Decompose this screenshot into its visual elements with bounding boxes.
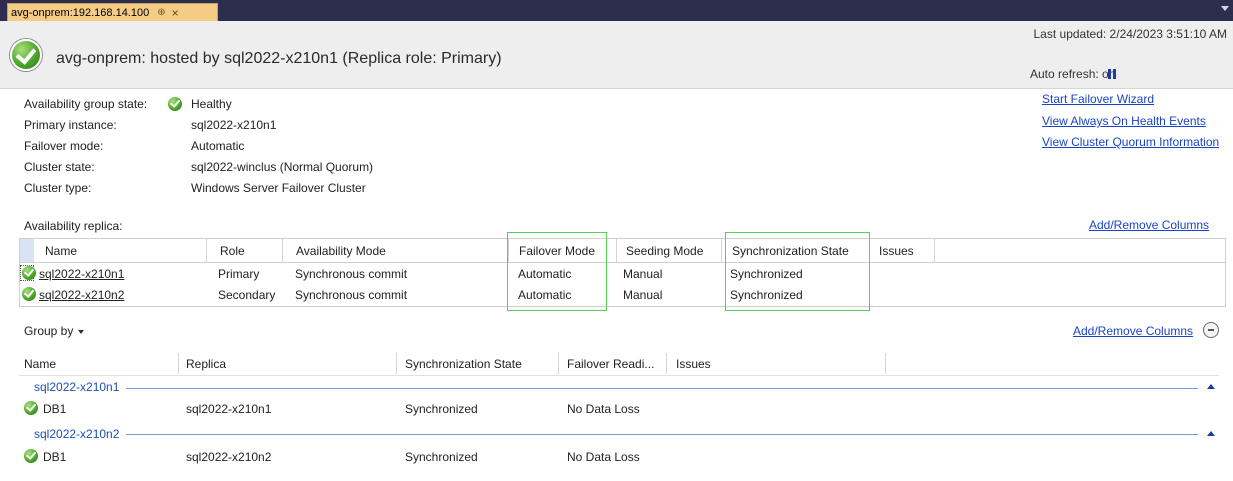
db-healthy-icon <box>24 449 38 463</box>
db-col-header-name[interactable]: Name <box>24 357 56 371</box>
auto-refresh-text: Auto refresh: on <box>1030 67 1116 81</box>
replica-name-link[interactable]: sql2022-x210n1 <box>39 267 124 281</box>
db-col-header-issues[interactable]: Issues <box>676 357 711 371</box>
document-tab-strip: avg-onprem:192.168.14.100 ⊕ × <box>0 0 1233 21</box>
group-by-label: Group by <box>24 324 74 338</box>
cluster-type-value: Windows Server Failover Cluster <box>191 181 366 195</box>
grid-header-corner <box>20 239 34 262</box>
column-divider[interactable] <box>396 353 397 374</box>
primary-instance-value: sql2022-x210n1 <box>191 118 277 132</box>
ag-state-label: Availability group state: <box>24 97 148 111</box>
replica-seeding-mode: Manual <box>623 267 663 281</box>
col-header-seeding-mode[interactable]: Seeding Mode <box>626 244 703 258</box>
replica-healthy-icon <box>22 287 36 301</box>
column-divider[interactable] <box>178 353 179 374</box>
column-divider[interactable] <box>721 239 722 262</box>
db-header-divider <box>19 375 1219 376</box>
replica-role: Secondary <box>218 288 276 302</box>
column-divider[interactable] <box>282 239 283 262</box>
db-col-header-sync-state[interactable]: Synchronization State <box>405 357 522 371</box>
col-header-issues[interactable]: Issues <box>879 244 914 258</box>
column-divider[interactable] <box>934 239 935 262</box>
column-divider[interactable] <box>885 353 886 374</box>
db-sync-state: Synchronized <box>405 450 478 464</box>
group-divider-line <box>126 388 1198 389</box>
group-divider-line <box>126 434 1198 435</box>
tab-title: avg-onprem:192.168.14.100 <box>11 6 150 19</box>
cluster-state-value: sql2022-winclus (Normal Quorum) <box>191 160 374 174</box>
last-updated-text: Last updated: 2/24/2023 3:51:10 AM <box>1033 27 1228 41</box>
add-remove-columns-link-2[interactable]: Add/Remove Columns <box>1073 324 1193 338</box>
availability-replica-label: Availability replica: <box>24 219 123 233</box>
page-title: avg-onprem: hosted by sql2022-x210n1 (Re… <box>56 50 502 67</box>
replica-healthy-icon <box>22 266 36 280</box>
column-divider[interactable] <box>616 239 617 262</box>
db-name: DB1 <box>43 450 67 464</box>
replica-grid-header: Name Role Availability Mode Failover Mod… <box>20 239 1225 263</box>
chevron-up-icon[interactable] <box>1207 431 1215 436</box>
cluster-state-label: Cluster state: <box>24 160 95 174</box>
group-by-dropdown[interactable]: Group by <box>24 324 85 338</box>
db-col-header-failover-readiness[interactable]: Failover Readi... <box>567 357 654 371</box>
view-health-events-link[interactable]: View Always On Health Events <box>1042 114 1206 128</box>
db-failover-readiness: No Data Loss <box>567 450 640 464</box>
chevron-up-icon[interactable] <box>1207 384 1215 389</box>
col-header-availability-mode[interactable]: Availability Mode <box>296 244 386 258</box>
view-cluster-quorum-link[interactable]: View Cluster Quorum Information <box>1042 135 1219 149</box>
ag-state-value: Healthy <box>191 97 232 111</box>
replica-availability-mode: Synchronous commit <box>295 267 408 281</box>
replica-seeding-mode: Manual <box>623 288 663 302</box>
db-healthy-icon <box>24 401 38 415</box>
sync-state-highlight-box <box>725 232 870 311</box>
column-divider[interactable] <box>558 353 559 374</box>
collapse-icon[interactable] <box>1203 322 1219 338</box>
start-failover-wizard-link[interactable]: Start Failover Wizard <box>1042 92 1154 106</box>
replica-role: Primary <box>218 267 260 281</box>
cluster-type-label: Cluster type: <box>24 181 92 195</box>
replica-availability-mode: Synchronous commit <box>295 288 408 302</box>
replica-name-link[interactable]: sql2022-x210n2 <box>39 288 124 302</box>
failover-mode-value: Automatic <box>191 139 245 153</box>
failover-mode-label: Failover mode: <box>24 139 104 153</box>
chevron-down-icon <box>78 329 85 334</box>
column-divider[interactable] <box>666 353 667 374</box>
db-col-header-replica[interactable]: Replica <box>186 357 226 371</box>
pause-icon[interactable] <box>1108 69 1117 79</box>
failover-mode-highlight-box <box>507 232 607 311</box>
db-failover-readiness: No Data Loss <box>567 402 640 416</box>
pin-icon[interactable]: ⊕ <box>157 7 165 18</box>
tab-dropdown-icon[interactable] <box>1221 6 1229 11</box>
db-replica: sql2022-x210n1 <box>186 402 272 416</box>
col-header-role[interactable]: Role <box>220 244 245 258</box>
db-name: DB1 <box>43 402 67 416</box>
primary-instance-label: Primary instance: <box>24 118 117 132</box>
healthy-status-icon <box>10 39 42 71</box>
document-tab[interactable]: avg-onprem:192.168.14.100 ⊕ × <box>7 3 218 21</box>
healthy-check-icon <box>168 97 182 111</box>
col-header-name[interactable]: Name <box>45 244 77 258</box>
dashboard-header: avg-onprem: hosted by sql2022-x210n1 (Re… <box>0 21 1233 89</box>
add-remove-columns-link[interactable]: Add/Remove Columns <box>1089 218 1209 232</box>
column-divider[interactable] <box>206 239 207 262</box>
db-replica: sql2022-x210n2 <box>186 450 272 464</box>
replica-grid: Name Role Availability Mode Failover Mod… <box>19 238 1226 307</box>
close-icon[interactable]: × <box>172 6 179 20</box>
group-header-label: sql2022-x210n2 <box>34 427 120 441</box>
db-sync-state: Synchronized <box>405 402 478 416</box>
group-header-label: sql2022-x210n1 <box>34 380 120 394</box>
